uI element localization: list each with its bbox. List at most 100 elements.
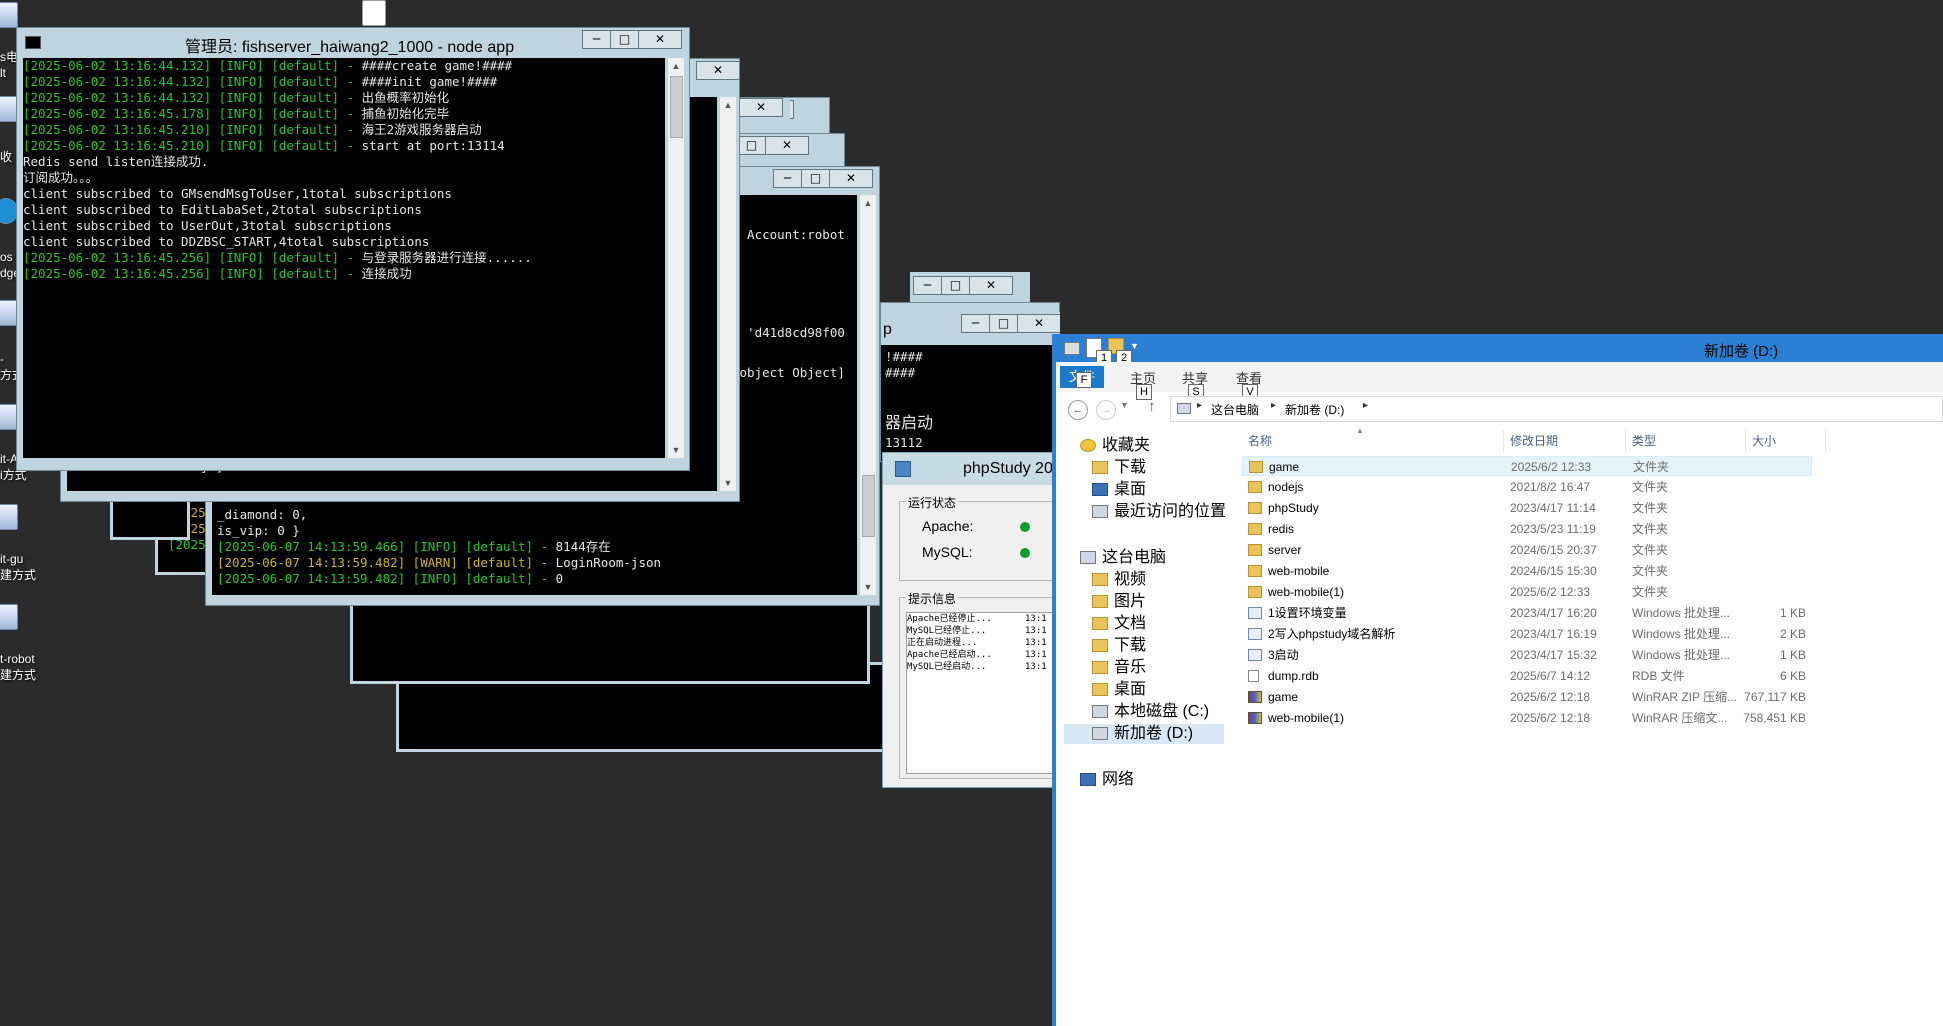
nav-videos[interactable]: 视频 bbox=[1092, 570, 1146, 590]
shortcut-icon[interactable] bbox=[0, 504, 24, 532]
window-controls: ✕ bbox=[696, 61, 739, 80]
console-line: [2025-06-02 13:16:45.210] [INFO] [defaul… bbox=[23, 122, 482, 137]
column-name[interactable]: 名称 bbox=[1242, 430, 1504, 452]
column-date[interactable]: 修改日期 bbox=[1504, 430, 1626, 452]
file-type: Windows 批处理... bbox=[1632, 648, 1731, 662]
console-scrollbar[interactable]: ▲ ▼ bbox=[719, 97, 736, 491]
file-row[interactable]: redis 2023/5/23 11:19 文件夹 bbox=[1242, 519, 1812, 539]
scroll-down-icon[interactable]: ▼ bbox=[860, 579, 876, 595]
console-line: Redis send listen连接成功. bbox=[23, 154, 209, 169]
file-row[interactable]: nodejs 2021/8/2 16:47 文件夹 bbox=[1242, 477, 1812, 497]
close-button[interactable]: ✕ bbox=[765, 136, 809, 155]
nav-local-disk-c[interactable]: 本地磁盘 (C:) bbox=[1092, 702, 1209, 722]
console-line: [2025-06-07 14:13:59.482] [INFO] [defaul… bbox=[217, 571, 564, 586]
nav-pictures[interactable]: 图片 bbox=[1092, 592, 1146, 612]
maximize-button[interactable]: □ bbox=[941, 276, 970, 295]
file-row[interactable]: 3启动 2023/4/17 15:32 Windows 批处理... 1 KB bbox=[1242, 645, 1812, 665]
file-name: nodejs bbox=[1268, 480, 1304, 494]
ribbon: 文件 F 主页 共享 查看 H S V bbox=[1056, 362, 1943, 400]
nav-desktop[interactable]: 桌面 bbox=[1092, 680, 1146, 700]
file-size: 6 KB bbox=[1779, 669, 1806, 683]
column-size[interactable]: 大小 bbox=[1746, 430, 1826, 452]
minimize-button[interactable]: ─ bbox=[582, 30, 611, 49]
file-row[interactable]: web-mobile(1) 2025/6/2 12:18 WinRAR 压缩文...… bbox=[1242, 708, 1812, 728]
folder-icon bbox=[1248, 544, 1262, 556]
console-lines: [2025-06-02 13:16:44.132] [INFO] [defaul… bbox=[23, 58, 532, 282]
column-type[interactable]: 类型 bbox=[1626, 430, 1746, 452]
document-icon[interactable] bbox=[362, 0, 392, 26]
file-row[interactable]: game 2025/6/2 12:33 文件夹 bbox=[1242, 456, 1812, 476]
minimize-button[interactable]: ─ bbox=[773, 169, 802, 188]
maximize-button[interactable]: □ bbox=[989, 314, 1018, 333]
nav-drive-d[interactable]: 新加卷 (D:) bbox=[1064, 724, 1224, 744]
close-button[interactable]: ✕ bbox=[829, 169, 873, 188]
tip-row: MySQL已经启动... 13:1 bbox=[907, 661, 1053, 673]
explorer-title-bar[interactable]: ▼ 1 2 新加卷 (D:) bbox=[1056, 334, 1943, 366]
file-row[interactable]: game 2025/6/2 12:18 WinRAR ZIP 压缩... 767,11… bbox=[1242, 687, 1812, 707]
file-row[interactable]: web-mobile 2024/6/15 15:30 文件夹 bbox=[1242, 561, 1812, 581]
recent-dropdown-icon[interactable]: ▼ bbox=[1120, 400, 1129, 410]
nav-fav-downloads[interactable]: 下载 bbox=[1092, 458, 1146, 478]
file-name: web-mobile(1) bbox=[1268, 711, 1345, 725]
console-scrollbar[interactable]: ▲ ▼ bbox=[667, 58, 684, 458]
up-arrow-icon[interactable]: ↑ bbox=[1148, 398, 1156, 415]
file-type: 文件夹 bbox=[1632, 522, 1669, 536]
shortcut-icon[interactable] bbox=[0, 604, 24, 632]
close-button[interactable]: ✕ bbox=[740, 98, 783, 117]
back-button[interactable]: ← bbox=[1068, 400, 1088, 420]
phpstudy-title-bar[interactable]: phpStudy 20 bbox=[883, 453, 1061, 485]
maximize-button[interactable]: □ bbox=[610, 30, 639, 49]
breadcrumb-drive-d[interactable]: 新加卷 (D:) bbox=[1285, 401, 1344, 418]
nav-fav-recent[interactable]: 最近访问的位置 bbox=[1092, 502, 1226, 522]
scroll-up-icon[interactable]: ▲ bbox=[720, 97, 736, 113]
nav-documents[interactable]: 文档 bbox=[1092, 614, 1146, 634]
close-button[interactable]: ✕ bbox=[696, 61, 739, 80]
tips-list[interactable]: Apache已经停止... 13:1 MySQL已经停止... 13:1 正在启动进程.… bbox=[906, 612, 1054, 774]
file-date: 2023/4/17 16:19 bbox=[1510, 627, 1597, 641]
scroll-thumb[interactable] bbox=[862, 475, 875, 537]
console-line: [2025-06-02 13:16:44.132] [INFO] [defaul… bbox=[23, 74, 498, 89]
close-button[interactable]: ✕ bbox=[638, 30, 682, 49]
file-date: 2025/6/7 14:12 bbox=[1510, 669, 1591, 683]
console-fragment-object: [object Object] bbox=[732, 365, 845, 380]
desktop-icon bbox=[1092, 483, 1108, 497]
address-bar[interactable]: ▸ 这台电脑 ▸ 新加卷 (D:) ▸ bbox=[1170, 396, 1943, 422]
maximize-button[interactable]: □ bbox=[801, 169, 830, 188]
drive-icon bbox=[1092, 705, 1108, 719]
file-row[interactable]: 2写入phpstudy域名解析 2023/4/17 16:19 Windows 批处… bbox=[1242, 624, 1812, 644]
pictures-folder-icon bbox=[1092, 595, 1108, 609]
status-group: 运行状态 Apache: MySQL: bbox=[899, 494, 1055, 581]
maximize-button[interactable]: □ bbox=[737, 136, 766, 155]
close-button[interactable]: ✕ bbox=[969, 276, 1013, 295]
nav-music[interactable]: 音乐 bbox=[1092, 658, 1146, 678]
file-row[interactable]: 1设置环境变量 2023/4/17 16:20 Windows 批处理... 1 KB bbox=[1242, 603, 1812, 623]
close-button[interactable]: ✕ bbox=[1017, 314, 1060, 333]
nav-network[interactable]: 网络 bbox=[1080, 770, 1134, 790]
console-scrollbar[interactable]: ▲ ▼ bbox=[859, 195, 876, 595]
forward-button[interactable]: → bbox=[1096, 400, 1116, 420]
scroll-down-icon[interactable]: ▼ bbox=[668, 442, 684, 458]
nav-this-pc[interactable]: 这台电脑 bbox=[1080, 548, 1166, 568]
nav-downloads[interactable]: 下载 bbox=[1092, 636, 1146, 656]
scroll-thumb[interactable] bbox=[670, 76, 683, 138]
scroll-down-icon[interactable]: ▼ bbox=[720, 475, 736, 491]
file-row[interactable]: phpStudy 2023/4/17 11:14 文件夹 bbox=[1242, 498, 1812, 518]
this-pc-icon[interactable] bbox=[0, 2, 24, 30]
nav-favorites[interactable]: 收藏夹 bbox=[1080, 436, 1150, 456]
desktop-label-1: lt bbox=[0, 66, 6, 80]
file-size: 1 KB bbox=[1779, 606, 1806, 620]
breadcrumb-this-pc[interactable]: 这台电脑 bbox=[1211, 401, 1259, 418]
file-row[interactable]: dump.rdb 2025/6/7 14:12 RDB 文件 6 KB bbox=[1242, 666, 1812, 686]
documents-folder-icon bbox=[1092, 617, 1108, 631]
file-row[interactable]: server 2024/6/15 20:37 文件夹 bbox=[1242, 540, 1812, 560]
file-type: 文件夹 bbox=[1632, 585, 1669, 599]
console-window-3-close: ✕ bbox=[740, 98, 790, 122]
scroll-up-icon[interactable]: ▲ bbox=[860, 195, 876, 211]
minimize-button[interactable]: ─ bbox=[913, 276, 942, 295]
nav-fav-desktop[interactable]: 桌面 bbox=[1092, 480, 1146, 500]
scroll-up-icon[interactable]: ▲ bbox=[668, 58, 684, 74]
file-row[interactable]: web-mobile(1) 2025/6/2 12:33 文件夹 bbox=[1242, 582, 1812, 602]
console-line: [2025-06-02 13:16:44.132] [INFO] [defaul… bbox=[23, 90, 450, 105]
minimize-button[interactable]: ─ bbox=[961, 314, 990, 333]
drive-icon bbox=[1064, 342, 1080, 355]
